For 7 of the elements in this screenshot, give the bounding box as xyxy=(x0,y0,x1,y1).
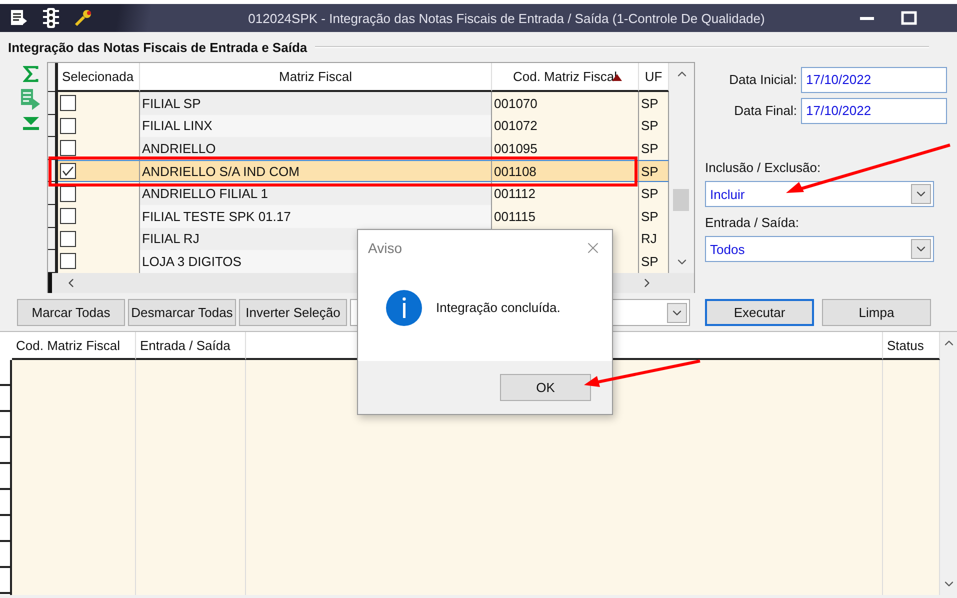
field-label: Data Final: xyxy=(734,103,797,118)
section-title: Integração das Notas Fiscais de Entrada e Saída xyxy=(8,40,308,54)
dialog-message: Integração concluída. xyxy=(436,300,560,315)
field-label: Inclusão / Exclusão: xyxy=(705,160,822,175)
field-label: Entrada / Saída: xyxy=(705,215,800,230)
window-title: 012024SPK - Integração das Notas Fiscais de Entrada / Saída (1-Controle De Qualidade) xyxy=(247,10,766,26)
field-label: Data Inicial: xyxy=(729,72,797,87)
